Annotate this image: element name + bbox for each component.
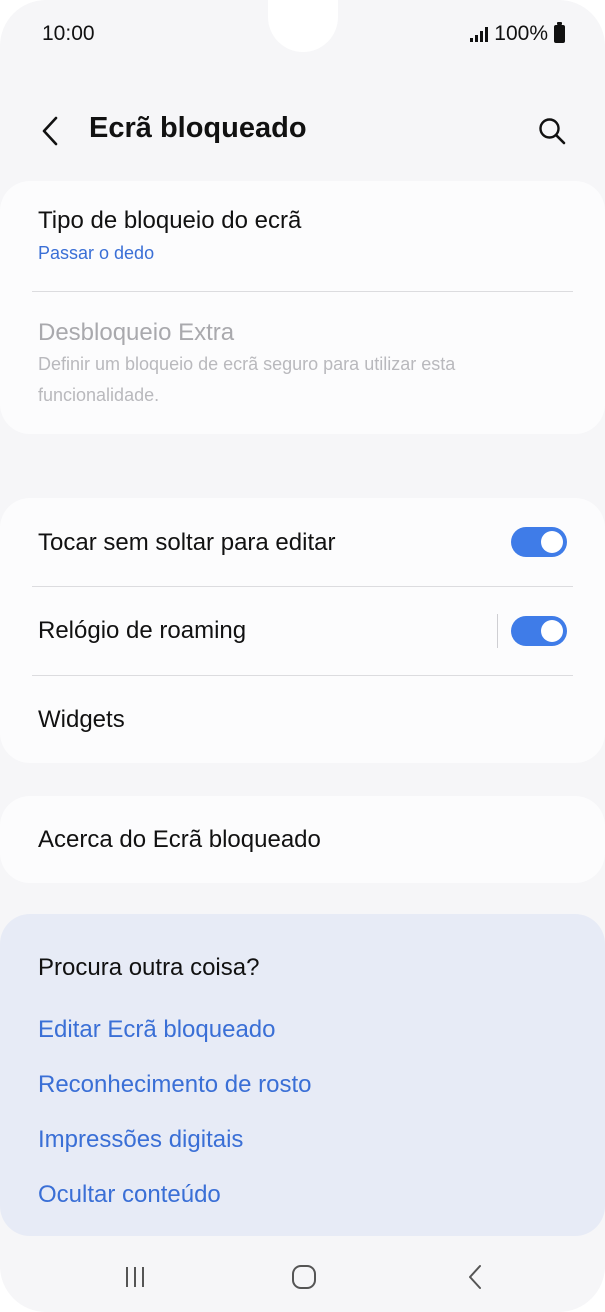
vertical-separator xyxy=(497,614,498,648)
extra-unlock-title: Desbloqueio Extra xyxy=(38,319,235,346)
phone-screen: 10:00 100% Ecrã bloqueado Tipo de bloque… xyxy=(0,0,605,1312)
back-button[interactable] xyxy=(30,108,70,154)
signal-icon xyxy=(470,26,489,42)
extra-unlock-row: Desbloqueio Extra Definir um bloqueio de… xyxy=(0,292,605,434)
widgets-label: Widgets xyxy=(38,706,125,733)
home-button[interactable] xyxy=(274,1252,334,1302)
recents-button[interactable] xyxy=(105,1252,165,1302)
navigation-bar xyxy=(0,1240,605,1312)
about-card: Acerca do Ecrã bloqueado xyxy=(0,796,605,883)
suggestions-title: Procura outra coisa? xyxy=(38,954,260,981)
battery-percent: 100% xyxy=(494,22,548,45)
widgets-row[interactable]: Widgets xyxy=(0,676,605,763)
lock-type-value: Passar o dedo xyxy=(38,243,155,263)
battery-icon xyxy=(554,22,565,43)
status-time: 10:00 xyxy=(42,22,95,45)
about-lock-screen-row[interactable]: Acerca do Ecrã bloqueado xyxy=(0,796,605,883)
status-indicators: 100% xyxy=(470,22,565,46)
link-fingerprints[interactable]: Impressões digitais xyxy=(38,1126,243,1154)
home-icon xyxy=(292,1265,316,1289)
suggestions-card: Procura outra coisa? Editar Ecrã bloquea… xyxy=(0,914,605,1236)
search-button[interactable] xyxy=(529,108,575,154)
search-icon xyxy=(539,118,566,145)
extra-unlock-description: Definir um bloqueio de ecrã seguro para … xyxy=(38,354,456,405)
camera-notch xyxy=(268,0,338,52)
back-icon xyxy=(469,1265,481,1289)
touch-hold-toggle[interactable] xyxy=(511,527,567,557)
lock-type-title: Tipo de bloqueio do ecrã xyxy=(38,207,302,234)
link-hide-content[interactable]: Ocultar conteúdo xyxy=(38,1181,221,1209)
about-lock-screen-label: Acerca do Ecrã bloqueado xyxy=(38,826,321,853)
lock-type-row[interactable]: Tipo de bloqueio do ecrã Passar o dedo xyxy=(0,181,605,291)
recents-icon xyxy=(126,1267,144,1287)
options-card: Tocar sem soltar para editar Relógio de … xyxy=(0,498,605,763)
lock-settings-card: Tipo de bloqueio do ecrã Passar o dedo D… xyxy=(0,181,605,434)
link-face-recognition[interactable]: Reconhecimento de rosto xyxy=(38,1071,312,1099)
app-header: Ecrã bloqueado xyxy=(0,100,605,162)
chevron-left-icon xyxy=(42,116,58,146)
roaming-clock-label: Relógio de roaming xyxy=(38,617,247,644)
toggle-knob xyxy=(541,620,563,642)
nav-back-button[interactable] xyxy=(445,1252,505,1302)
touch-hold-label: Tocar sem soltar para editar xyxy=(38,529,336,556)
page-title: Ecrã bloqueado xyxy=(89,112,307,144)
toggle-knob xyxy=(541,531,563,553)
roaming-clock-row[interactable]: Relógio de roaming xyxy=(0,587,605,675)
touch-hold-row[interactable]: Tocar sem soltar para editar xyxy=(0,498,605,586)
roaming-clock-toggle[interactable] xyxy=(511,616,567,646)
link-edit-lock-screen[interactable]: Editar Ecrã bloqueado xyxy=(38,1016,276,1044)
